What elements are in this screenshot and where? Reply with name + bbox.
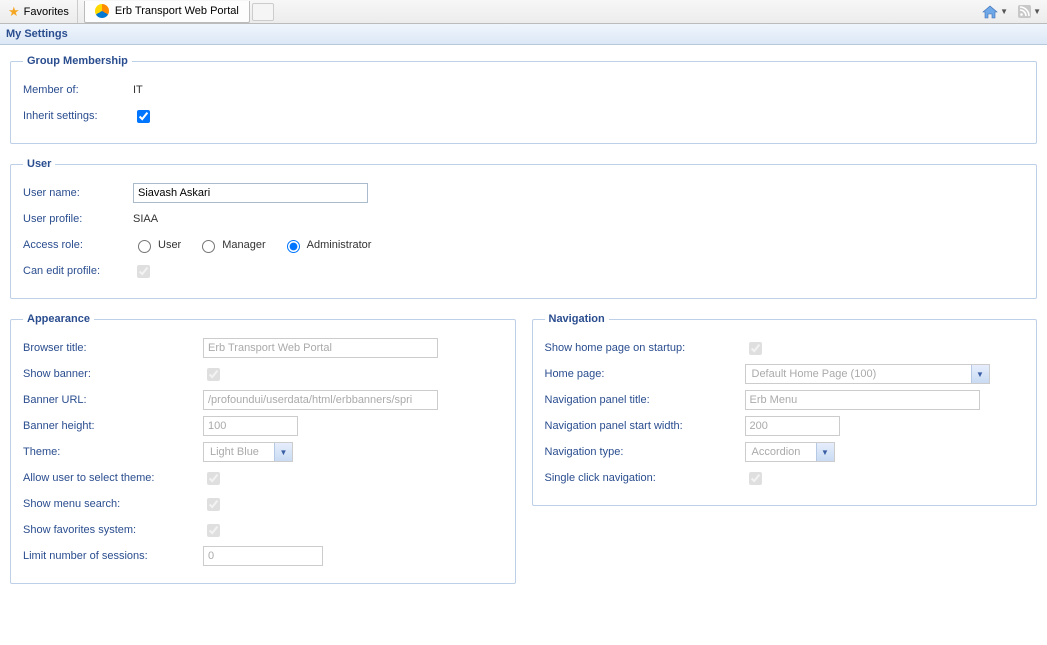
show-search-label: Show menu search:	[23, 498, 203, 510]
show-search-checkbox	[207, 498, 220, 511]
member-of-value: IT	[133, 84, 143, 96]
home-page-value: Default Home Page (100)	[746, 368, 971, 380]
show-fav-label: Show favorites system:	[23, 524, 203, 536]
chevron-down-icon: ▼	[971, 365, 989, 383]
appearance-fieldset: Appearance Browser title: Show banner: B…	[10, 313, 516, 584]
show-home-label: Show home page on startup:	[545, 342, 745, 354]
rss-icon	[1018, 5, 1031, 18]
browser-title-input	[203, 338, 438, 358]
chevron-down-icon: ▼	[274, 443, 292, 461]
show-banner-checkbox	[207, 368, 220, 381]
role-admin[interactable]: Administrator	[282, 237, 372, 253]
allow-theme-label: Allow user to select theme:	[23, 472, 203, 484]
chevron-down-icon: ▼	[816, 443, 834, 461]
user-legend: User	[23, 158, 55, 170]
theme-label: Theme:	[23, 446, 203, 458]
panel-title-label: Navigation panel title:	[545, 394, 745, 406]
home-page-label: Home page:	[545, 368, 745, 380]
role-user[interactable]: User	[133, 237, 181, 253]
banner-url-input	[203, 390, 438, 410]
chevron-down-icon: ▼	[1000, 7, 1008, 16]
username-label: User name:	[23, 187, 133, 199]
theme-value: Light Blue	[204, 446, 274, 458]
content-area: Group Membership Member of: IT Inherit s…	[0, 45, 1047, 594]
browser-toolbar: ★ Favorites Erb Transport Web Portal ▼ ▼	[0, 0, 1047, 24]
start-width-label: Navigation panel start width:	[545, 420, 745, 432]
favorites-button[interactable]: ★ Favorites	[0, 0, 78, 23]
show-banner-label: Show banner:	[23, 368, 203, 380]
home-page-select: Default Home Page (100) ▼	[745, 364, 990, 384]
inherit-settings-checkbox[interactable]	[137, 110, 150, 123]
group-membership-fieldset: Group Membership Member of: IT Inherit s…	[10, 55, 1037, 144]
chevron-down-icon: ▼	[1033, 7, 1041, 16]
can-edit-label: Can edit profile:	[23, 265, 133, 277]
page-title: My Settings	[0, 24, 1047, 45]
username-input[interactable]	[133, 183, 368, 203]
show-home-checkbox	[749, 342, 762, 355]
theme-select: Light Blue ▼	[203, 442, 293, 462]
star-icon: ★	[8, 4, 20, 20]
banner-height-label: Banner height:	[23, 420, 203, 432]
home-icon	[982, 5, 998, 19]
member-of-label: Member of:	[23, 84, 133, 96]
single-click-checkbox	[749, 472, 762, 485]
new-tab-button[interactable]	[252, 3, 274, 21]
user-fieldset: User User name: User profile: SIAA Acces…	[10, 158, 1037, 299]
profile-label: User profile:	[23, 213, 133, 225]
start-width-input	[745, 416, 840, 436]
role-user-radio[interactable]	[138, 240, 151, 253]
banner-height-input	[203, 416, 298, 436]
nav-type-value: Accordion	[746, 446, 816, 458]
rss-button[interactable]: ▼	[1018, 5, 1041, 18]
profile-value: SIAA	[133, 213, 158, 225]
browser-title-label: Browser title:	[23, 342, 203, 354]
nav-type-label: Navigation type:	[545, 446, 745, 458]
group-membership-legend: Group Membership	[23, 55, 132, 67]
tab-title: Erb Transport Web Portal	[115, 5, 239, 17]
banner-url-label: Banner URL:	[23, 394, 203, 406]
inherit-settings-label: Inherit settings:	[23, 110, 133, 122]
single-click-label: Single click navigation:	[545, 472, 745, 484]
role-manager-radio[interactable]	[202, 240, 215, 253]
appearance-legend: Appearance	[23, 313, 94, 325]
favorites-label: Favorites	[24, 6, 69, 18]
limit-sessions-label: Limit number of sessions:	[23, 550, 203, 562]
role-manager[interactable]: Manager	[197, 237, 265, 253]
nav-type-select: Accordion ▼	[745, 442, 835, 462]
tab-favicon-icon	[95, 4, 109, 18]
access-role-radio-group: User Manager Administrator	[133, 237, 371, 253]
access-role-label: Access role:	[23, 239, 133, 251]
role-admin-radio[interactable]	[287, 240, 300, 253]
navigation-fieldset: Navigation Show home page on startup: Ho…	[532, 313, 1038, 506]
can-edit-checkbox	[137, 265, 150, 278]
panel-title-input	[745, 390, 980, 410]
allow-theme-checkbox	[207, 472, 220, 485]
browser-tab[interactable]: Erb Transport Web Portal	[84, 1, 250, 23]
limit-sessions-input	[203, 546, 323, 566]
navigation-legend: Navigation	[545, 313, 609, 325]
home-button[interactable]: ▼	[982, 5, 1008, 19]
show-fav-checkbox	[207, 524, 220, 537]
